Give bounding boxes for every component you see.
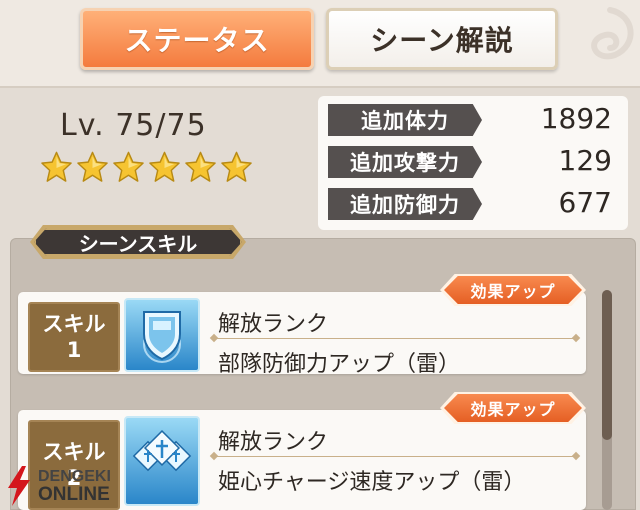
skill-number-tag: スキル 1 [28,302,120,372]
skill-effect-text: 姫心チャージ速度アップ（雷） [218,470,526,495]
divider [214,338,576,339]
skill-tag-label: スキル [42,311,106,336]
stat-label: 追加体力 [328,104,482,136]
stat-row-attack: 追加攻撃力 129 [328,144,620,178]
stat-value: 129 [558,144,612,177]
rarity-stars [40,150,253,184]
skill-tag-number: 1 [66,338,82,362]
skill-unlock-rank-label: 解放ランク [218,430,329,455]
stat-label: 追加攻撃力 [328,146,482,178]
lightning-logo-icon [8,466,30,506]
skill-effect-text: 部隊防御力アップ（雷） [218,352,461,377]
stat-value: 1892 [540,102,612,135]
scene-skill-header: シーンスキル [34,228,242,256]
dengeki-online-watermark: DENGEKI ONLINE [4,466,111,506]
watermark-line2: ONLINE [38,483,110,505]
stat-label: 追加防御力 [328,188,482,220]
skill-list-scrollbar[interactable] [602,290,612,510]
star-icon [221,151,252,182]
stat-row-hp: 追加体力 1892 [328,102,620,136]
background-swirl-decoration [591,7,634,60]
effect-up-badge: 効果アップ [444,394,582,422]
star-icon [77,151,108,182]
skill-unlock-rank-label: 解放ランク [218,312,329,337]
shield-icon [124,298,200,372]
stat-row-defense: 追加防御力 677 [328,186,620,220]
crystal-cross-icon [124,416,200,506]
skill-tag-label: スキル [42,439,106,464]
stat-value: 677 [558,186,612,219]
star-icon [149,151,180,182]
tab-scene-description[interactable]: シーン解説 [326,8,558,70]
watermark-line1: DENGEKI [38,467,111,485]
scrollbar-thumb[interactable] [602,290,612,440]
bonus-stats-box: 追加体力 1892 追加攻撃力 129 追加防御力 677 [318,96,628,230]
level-indicator: Lv. 75/75 [60,108,207,143]
star-icon [41,151,72,182]
divider [214,456,576,457]
star-icon [185,151,216,182]
star-icon [113,151,144,182]
tab-status[interactable]: ステータス [80,8,314,70]
effect-up-badge: 効果アップ [444,276,582,304]
